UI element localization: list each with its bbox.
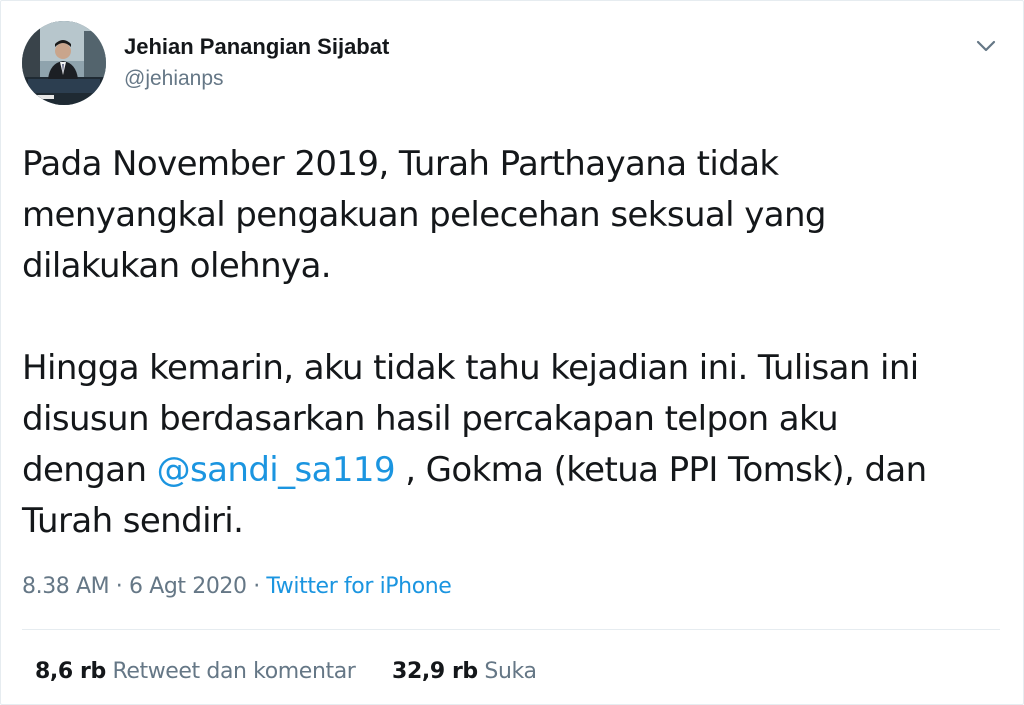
- retweets-stat[interactable]: 8,6 rb Retweet dan komentar: [35, 657, 356, 687]
- divider: [22, 629, 1000, 630]
- tweet-stats: 8,6 rb Retweet dan komentar 32,9 rb Suka: [35, 657, 537, 687]
- tweet-card: Jehian Panangian Sijabat @jehianps Pada …: [0, 0, 1024, 705]
- likes-count: 32,9 rb: [392, 659, 478, 684]
- likes-label: Suka: [484, 659, 537, 684]
- tweet-line: Pada November 2019, Turah Parthayana tid…: [22, 144, 779, 184]
- source-link[interactable]: Twitter for iPhone: [266, 574, 451, 599]
- tweet-meta: 8.38 AM · 6 Agt 2020 · Twitter for iPhon…: [22, 572, 452, 602]
- likes-stat[interactable]: 32,9 rb Suka: [392, 657, 537, 687]
- tweet-text-segment: dengan: [22, 450, 157, 490]
- tweet-line: menyangkal pengakuan pelecehan seksual y…: [22, 195, 826, 235]
- author-block: Jehian Panangian Sijabat @jehianps: [124, 33, 389, 93]
- tweet-line: Turah sendiri.: [22, 501, 244, 541]
- chevron-down-icon[interactable]: [973, 33, 999, 59]
- display-name[interactable]: Jehian Panangian Sijabat: [124, 33, 389, 61]
- tweet-line: dengan @sandi_sa119 , Gokma (ketua PPI T…: [22, 445, 1002, 496]
- tweet-line: dilakukan olehnya.: [22, 246, 332, 286]
- meta-separator: ·: [109, 574, 129, 599]
- avatar-photo: [22, 21, 106, 105]
- tweet-line: disusun berdasarkan hasil percakapan tel…: [22, 399, 839, 439]
- mention-link[interactable]: @sandi_sa119: [157, 450, 396, 490]
- meta-separator: ·: [246, 574, 267, 599]
- tweet-time[interactable]: 8.38 AM: [22, 574, 110, 599]
- avatar[interactable]: [22, 21, 106, 105]
- tweet-date[interactable]: 6 Agt 2020: [129, 574, 247, 599]
- tweet-line: Hingga kemarin, aku tidak tahu kejadian …: [22, 348, 919, 388]
- retweets-count: 8,6 rb: [35, 659, 106, 684]
- tweet-text-segment: , Gokma (ketua PPI Tomsk), dan: [395, 450, 927, 490]
- handle[interactable]: @jehianps: [124, 65, 389, 93]
- retweets-label: Retweet dan komentar: [112, 659, 356, 684]
- tweet-text: Pada November 2019, Turah Parthayana tid…: [22, 139, 1002, 547]
